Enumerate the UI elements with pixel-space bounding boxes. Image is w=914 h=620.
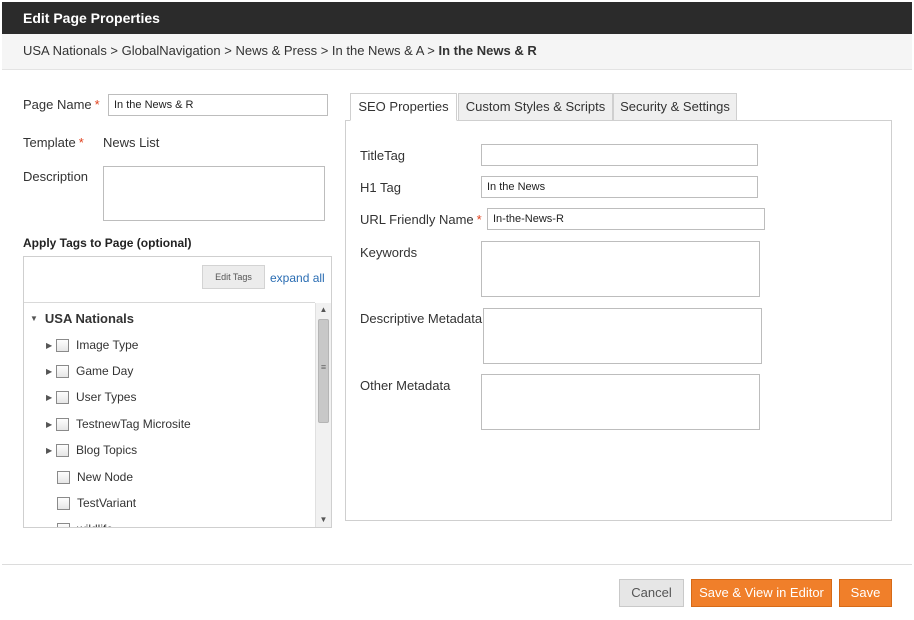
- dialog-title: Edit Page Properties: [2, 2, 912, 34]
- tag-checkbox[interactable]: [56, 391, 69, 404]
- tag-checkbox[interactable]: [57, 471, 70, 484]
- tag-checkbox[interactable]: [56, 365, 69, 378]
- page-name-input[interactable]: [108, 94, 328, 116]
- tag-tree-scrollbar[interactable]: ▲ ≡ ▼: [315, 303, 331, 527]
- title-tag-label: TitleTag: [360, 148, 406, 163]
- breadcrumb-path[interactable]: USA Nationals > GlobalNavigation > News …: [23, 43, 439, 58]
- descriptive-metadata-label: Descriptive Metadata: [360, 311, 483, 326]
- tree-item-label: wildlife: [77, 522, 113, 527]
- scroll-up-icon[interactable]: ▲: [316, 303, 331, 317]
- expand-arrow-icon[interactable]: ▶: [46, 367, 52, 376]
- expand-arrow-icon[interactable]: ▶: [46, 420, 52, 429]
- h1-tag-label: H1 Tag: [360, 180, 401, 195]
- tree-item-label: New Node: [77, 470, 134, 484]
- expand-arrow-icon[interactable]: ▶: [46, 393, 52, 402]
- breadcrumb: USA Nationals > GlobalNavigation > News …: [2, 34, 912, 70]
- required-marker: *: [94, 97, 100, 112]
- expand-arrow-icon[interactable]: ▶: [46, 446, 52, 455]
- tab-seo-properties[interactable]: SEO Properties: [350, 93, 457, 121]
- tree-item-label: Image Type: [76, 338, 139, 352]
- tags-section-title: Apply Tags to Page (optional): [23, 236, 192, 250]
- description-label: Description: [23, 169, 89, 184]
- edit-tags-button[interactable]: Edit Tags: [202, 265, 265, 289]
- expand-arrow-icon[interactable]: ▶: [46, 341, 52, 350]
- tag-checkbox[interactable]: [56, 444, 69, 457]
- grip-icon: ≡: [320, 362, 327, 372]
- keywords-label: Keywords: [360, 245, 418, 260]
- tag-checkbox[interactable]: [57, 523, 70, 527]
- other-metadata-label: Other Metadata: [360, 378, 451, 393]
- tree-item-label: TestnewTag Microsite: [76, 417, 191, 431]
- tree-item-label: Game Day: [76, 364, 134, 378]
- breadcrumb-current: In the News & R: [438, 43, 537, 58]
- tag-checkbox[interactable]: [57, 497, 70, 510]
- url-friendly-name-input[interactable]: [487, 208, 765, 230]
- required-marker: *: [476, 212, 482, 227]
- tag-panel: Edit Tags expand all ▼ USA Nationals ▶ Im…: [23, 256, 332, 528]
- page-name-label: Page Name *: [23, 97, 100, 112]
- tab-custom-styles-scripts[interactable]: Custom Styles & Scripts: [458, 93, 613, 121]
- tree-item-label: TestVariant: [77, 496, 137, 510]
- tab-security-settings[interactable]: Security & Settings: [613, 93, 737, 121]
- tag-checkbox[interactable]: [56, 339, 69, 352]
- other-metadata-textarea[interactable]: [481, 374, 760, 430]
- required-marker: *: [78, 135, 84, 150]
- scroll-thumb[interactable]: ≡: [318, 319, 329, 423]
- descriptive-metadata-textarea[interactable]: [483, 308, 762, 364]
- tree-item-label: Blog Topics: [76, 443, 138, 457]
- tag-tree: ▼ USA Nationals ▶ Image Type ▶ Game Day ▶…: [24, 303, 315, 527]
- tree-root[interactable]: ▼ USA Nationals: [30, 311, 134, 326]
- template-value: News List: [103, 135, 160, 150]
- description-textarea[interactable]: [103, 166, 325, 221]
- save-button[interactable]: Save: [839, 579, 892, 607]
- footer-divider: [2, 564, 912, 565]
- title-tag-input[interactable]: [481, 144, 758, 166]
- expand-all-link[interactable]: expand all: [270, 271, 325, 285]
- caret-down-icon[interactable]: ▼: [30, 314, 38, 323]
- h1-tag-input[interactable]: [481, 176, 758, 198]
- scroll-down-icon[interactable]: ▼: [316, 513, 331, 527]
- url-friendly-name-label: URL Friendly Name *: [360, 212, 482, 227]
- template-label: Template *: [23, 135, 84, 150]
- tree-item-label: User Types: [76, 390, 137, 404]
- save-view-in-editor-button[interactable]: Save & View in Editor: [691, 579, 832, 607]
- keywords-textarea[interactable]: [481, 241, 760, 297]
- cancel-button[interactable]: Cancel: [619, 579, 684, 607]
- tag-checkbox[interactable]: [56, 418, 69, 431]
